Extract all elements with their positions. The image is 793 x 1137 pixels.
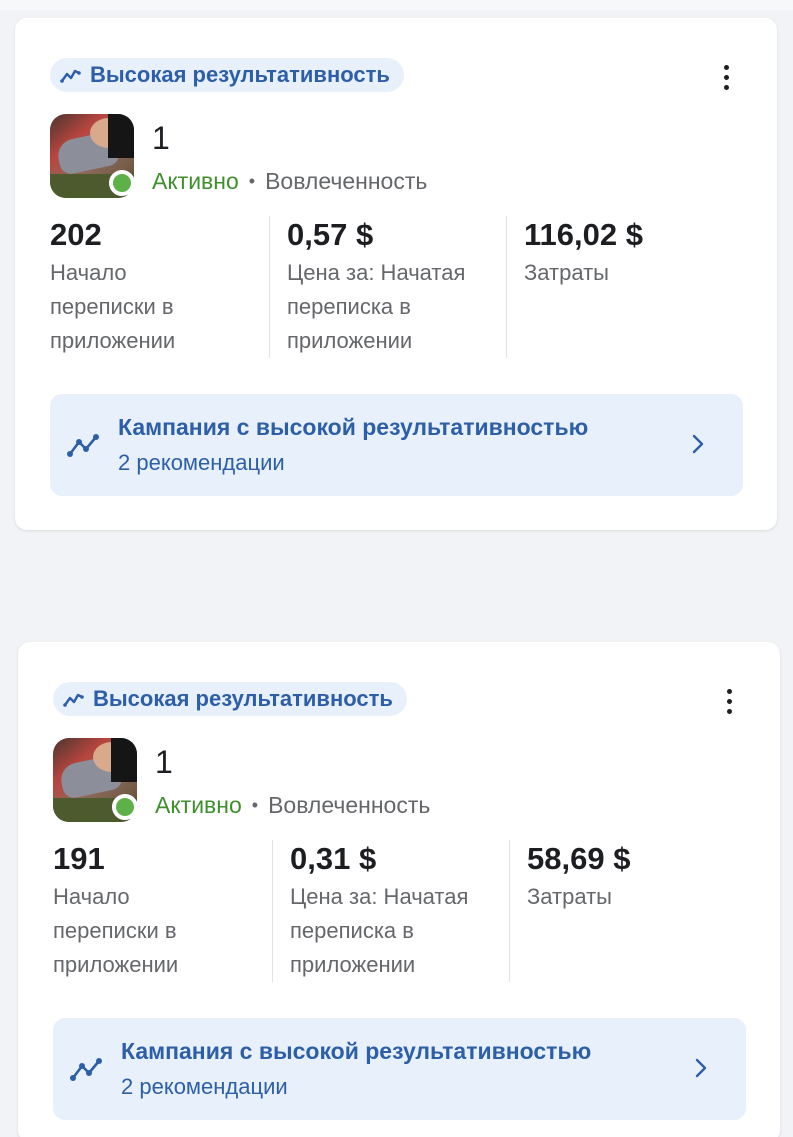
active-status-dot — [109, 170, 135, 196]
campaign-card[interactable]: Высокая результативность 1 Активно • Вов… — [18, 642, 780, 1137]
badge-label: Высокая результативность — [90, 62, 390, 87]
ad-name[interactable]: 1 — [152, 120, 170, 157]
chevron-right-icon — [695, 1058, 707, 1078]
metric-label: Затраты — [524, 260, 609, 285]
metric-results: 202 Начало переписки в приложении — [50, 216, 269, 358]
metrics-row: 202 Начало переписки в приложении 0,57 $… — [50, 216, 743, 358]
more-options-button[interactable] — [714, 684, 744, 718]
metric-label: Цена за: Начатая переписка в приложении — [290, 884, 469, 977]
trend-chart-icon — [67, 434, 99, 457]
metric-value: 116,02 $ — [524, 217, 643, 252]
more-options-button[interactable] — [711, 60, 741, 94]
separator: • — [251, 795, 259, 815]
recommendation-title: Кампания с высокой результативностью — [118, 414, 589, 440]
metric-label: Затраты — [527, 884, 612, 909]
recommendation-title: Кампания с высокой результативностью — [121, 1038, 592, 1064]
status-line: Активно • Вовлеченность — [155, 792, 430, 819]
top-strip — [0, 0, 793, 10]
chevron-right-icon — [692, 434, 704, 454]
badge-label: Высокая результативность — [93, 686, 393, 711]
ad-name[interactable]: 1 — [155, 744, 173, 781]
metric-value: 0,57 $ — [287, 217, 374, 252]
status-text: Активно — [155, 792, 242, 818]
recommendations-banner[interactable]: Кампания с высокой результативностью 2 р… — [50, 394, 743, 496]
metric-spend: 116,02 $ Затраты — [506, 216, 743, 358]
metric-value: 58,69 $ — [527, 841, 631, 876]
trend-up-icon — [63, 693, 84, 707]
objective-text: Вовлеченность — [265, 168, 428, 194]
metric-cost-per-result: 0,31 $ Цена за: Начатая переписка в прил… — [272, 840, 509, 982]
metric-cost-per-result: 0,57 $ Цена за: Начатая переписка в прил… — [269, 216, 506, 358]
status-text: Активно — [152, 168, 239, 194]
metric-value: 202 — [50, 217, 102, 252]
metrics-row: 191 Начало переписки в приложении 0,31 $… — [53, 840, 746, 982]
metric-label: Начало переписки в приложении — [53, 884, 179, 977]
active-status-dot — [112, 794, 138, 820]
objective-text: Вовлеченность — [268, 792, 431, 818]
metric-label: Начало переписки в приложении — [50, 260, 176, 353]
metric-results: 191 Начало переписки в приложении — [53, 840, 272, 982]
recommendation-count: 2 рекомендации — [118, 450, 285, 475]
performance-badge: Высокая результативность — [53, 682, 407, 716]
metric-value: 0,31 $ — [290, 841, 377, 876]
status-line: Активно • Вовлеченность — [152, 168, 427, 195]
trend-up-icon — [60, 69, 81, 83]
performance-badge: Высокая результативность — [50, 58, 404, 92]
recommendations-banner[interactable]: Кампания с высокой результативностью 2 р… — [53, 1018, 746, 1120]
metric-label: Цена за: Начатая переписка в приложении — [287, 260, 466, 353]
more-vertical-icon — [726, 688, 732, 694]
separator: • — [248, 171, 256, 191]
more-vertical-icon — [723, 64, 729, 70]
campaign-card[interactable]: Высокая результативность 1 Активно • Вов… — [15, 18, 777, 530]
metric-spend: 58,69 $ Затраты — [509, 840, 746, 982]
trend-chart-icon — [70, 1058, 102, 1081]
metric-value: 191 — [53, 841, 105, 876]
recommendation-count: 2 рекомендации — [121, 1074, 288, 1099]
